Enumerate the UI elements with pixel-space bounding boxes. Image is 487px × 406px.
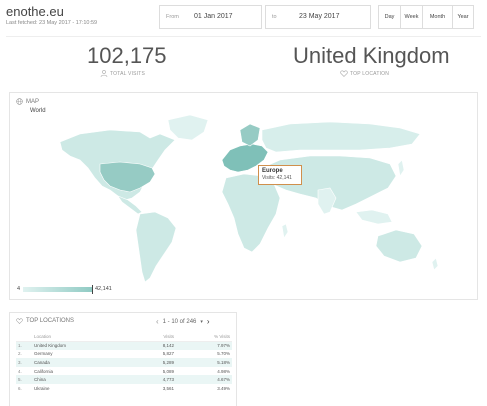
- region-madagascar[interactable]: [281, 223, 289, 239]
- pager-range: 1 - 10 of 246: [162, 318, 197, 325]
- location-header[interactable]: Location: [32, 333, 134, 342]
- rank-cell: 5.: [16, 375, 32, 384]
- previous-page-icon[interactable]: ‹: [156, 317, 159, 326]
- table-row[interactable]: 1. United Kingdom 8,142 7.97%: [16, 341, 232, 350]
- top-locations-table: Location Visits % Visits 1. United Kingdo…: [16, 333, 232, 393]
- legend-gradient-bar: [23, 287, 93, 292]
- top-locations-title: TOP LOCATIONS: [26, 318, 75, 324]
- visits-cell: 4,773: [133, 375, 177, 384]
- region-south-america[interactable]: [135, 211, 177, 283]
- location-cell: Canada: [32, 358, 134, 367]
- pct-visits-cell: 7.97%: [176, 341, 232, 350]
- next-page-icon[interactable]: ›: [207, 317, 210, 326]
- region-new-zealand[interactable]: [431, 257, 439, 271]
- visits-cell: 5,089: [162, 368, 175, 374]
- region-australia[interactable]: [375, 229, 423, 263]
- rank-header: [16, 333, 32, 342]
- pct-visits-cell: 4.67%: [176, 375, 232, 384]
- visits-header[interactable]: Visits: [133, 333, 177, 342]
- region-scandinavia[interactable]: [239, 123, 261, 147]
- location-cell: China: [32, 375, 134, 384]
- pct-visits-cell: 5.70%: [217, 351, 230, 357]
- visits-cell: 3,561: [162, 385, 175, 391]
- rank-cell: 2.: [18, 351, 22, 357]
- legend-min: 4: [17, 286, 21, 292]
- tooltip-title: Europe: [262, 168, 283, 174]
- region-africa[interactable]: [221, 173, 281, 253]
- region-russia[interactable]: [261, 121, 421, 153]
- rank-cell: 3.: [16, 358, 32, 367]
- pagination: ‹ 1 - 10 of 246 ▾ ›: [156, 317, 210, 326]
- region-greenland[interactable]: [167, 114, 209, 141]
- pct-visits-cell: 3.49%: [217, 385, 230, 391]
- pct-visits-cell: 4.98%: [217, 368, 230, 374]
- pct-visits-header[interactable]: % Visits: [176, 333, 232, 342]
- map-tooltip: Europe Visits: 42,141: [258, 165, 302, 185]
- region-southeast-asia[interactable]: [355, 209, 393, 225]
- rank-cell: 1.: [16, 341, 32, 350]
- tooltip-body: Visits: 42,141: [262, 175, 292, 181]
- table-header-row: Location Visits % Visits: [16, 333, 232, 342]
- top-locations-header: TOP LOCATIONS: [16, 318, 74, 324]
- table-row[interactable]: 3. Canada 5,289 5.18%: [16, 358, 232, 367]
- location-cell: United Kingdom: [32, 341, 134, 350]
- visits-cell: 5,827: [162, 351, 175, 357]
- table-row[interactable]: 6. Ukraine 3,561 3.49%: [16, 384, 232, 393]
- table-row[interactable]: 4. California 5,089 4.98%: [16, 367, 232, 376]
- visits-cell: 8,142: [133, 341, 177, 350]
- rank-cell: 4.: [18, 368, 22, 374]
- heart-icon: [16, 318, 23, 324]
- legend-max: 42,141: [95, 286, 112, 292]
- location-cell: Ukraine: [34, 385, 50, 391]
- top-locations-panel: TOP LOCATIONS ‹ 1 - 10 of 246 ▾ › Locati…: [9, 312, 237, 406]
- rank-cell: 6.: [18, 385, 22, 391]
- location-cell: Germany: [34, 351, 53, 357]
- legend-marker: [92, 285, 93, 294]
- table-row[interactable]: 2. Germany 5,827 5.70%: [16, 350, 232, 359]
- visits-cell: 5,289: [133, 358, 177, 367]
- pct-visits-cell: 5.18%: [176, 358, 232, 367]
- location-cell: California: [34, 368, 54, 374]
- table-row[interactable]: 5. China 4,773 4.67%: [16, 375, 232, 384]
- region-japan[interactable]: [397, 159, 405, 177]
- pager-dropdown-icon[interactable]: ▾: [200, 319, 203, 325]
